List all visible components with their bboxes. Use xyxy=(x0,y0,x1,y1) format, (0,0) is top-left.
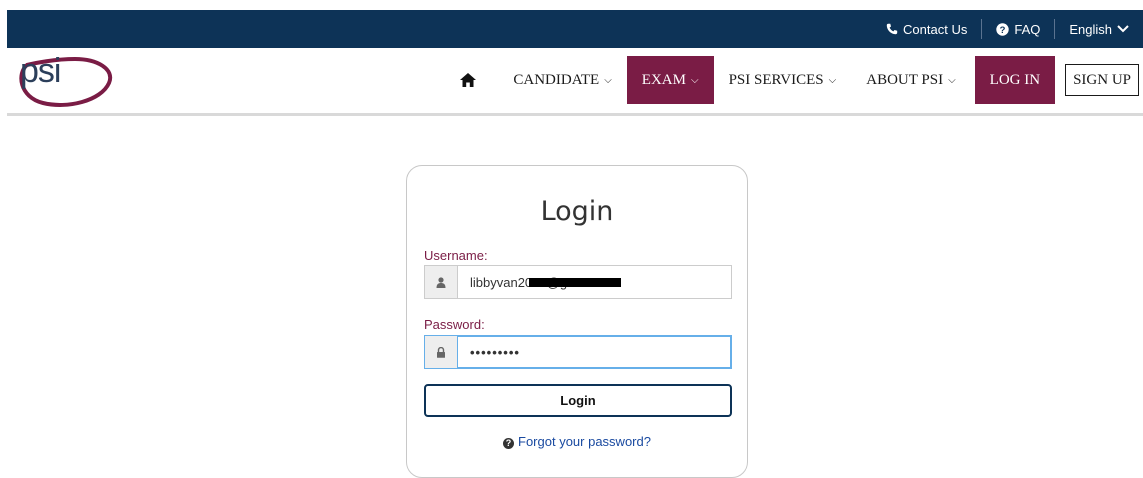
forgot-password-label: Forgot your password? xyxy=(518,434,651,449)
password-addon xyxy=(425,336,458,368)
question-circle-icon: ? xyxy=(996,22,1010,36)
password-input[interactable] xyxy=(457,336,731,368)
user-icon xyxy=(436,276,446,288)
forgot-password-link[interactable]: ? Forgot your password? xyxy=(407,434,747,449)
nav-candidate-label: CANDIDATE xyxy=(513,71,600,88)
nav-exam-label: EXAM xyxy=(641,71,686,88)
lock-icon xyxy=(437,346,445,358)
nav-about-psi[interactable]: ABOUT PSI ⌵ xyxy=(851,56,970,104)
phone-icon xyxy=(886,23,898,35)
username-label: Username: xyxy=(424,248,488,263)
password-field-group xyxy=(424,335,732,369)
nav-exam[interactable]: EXAM ⌵ xyxy=(626,56,714,104)
question-circle-icon: ? xyxy=(503,438,515,449)
utility-bar: Contact Us ? FAQ English xyxy=(7,10,1143,48)
logo-text: psi xyxy=(20,52,61,90)
language-selector[interactable]: English xyxy=(1055,22,1143,37)
password-label: Password: xyxy=(424,317,485,332)
chevron-down-icon: ⌵ xyxy=(604,74,612,86)
nav-menu: CANDIDATE ⌵ EXAM ⌵ PSI SERVICES ⌵ ABOUT … xyxy=(442,56,1143,104)
contact-us-link[interactable]: Contact Us xyxy=(872,22,981,37)
nav-login-button[interactable]: LOG IN xyxy=(974,56,1056,104)
psi-logo[interactable]: psi xyxy=(7,48,117,112)
home-icon xyxy=(460,73,477,87)
contact-us-label: Contact Us xyxy=(903,21,968,37)
nav-home[interactable] xyxy=(442,56,498,104)
chevron-down-icon: ⌵ xyxy=(828,74,837,86)
nav-candidate[interactable]: CANDIDATE ⌵ xyxy=(498,56,626,104)
username-addon xyxy=(425,266,458,298)
language-label: English xyxy=(1069,21,1112,37)
chevron-down-icon: ⌵ xyxy=(948,74,956,86)
login-card: Login Username: Password: Login ?Forgot … xyxy=(406,165,748,478)
nav-psi-services-label: PSI SERVICES xyxy=(728,71,824,88)
chevron-down-icon: ⌵ xyxy=(690,74,699,86)
chevron-down-icon xyxy=(1117,25,1129,33)
faq-link[interactable]: ? FAQ xyxy=(982,22,1054,37)
nav-psi-services[interactable]: PSI SERVICES ⌵ xyxy=(714,56,852,104)
svg-text:?: ? xyxy=(1000,25,1006,36)
main-navbar: psi CANDIDATE ⌵ EXAM ⌵ PSI SERVICES ⌵ AB… xyxy=(7,48,1143,116)
nav-about-label: ABOUT PSI xyxy=(866,71,944,88)
redaction-bar xyxy=(529,278,621,287)
faq-label: FAQ xyxy=(1014,21,1041,37)
nav-signup-button[interactable]: SIGN UP xyxy=(1065,64,1139,96)
login-title: Login xyxy=(540,196,614,227)
login-submit-button[interactable]: Login xyxy=(424,384,732,417)
username-field-group xyxy=(424,265,732,299)
